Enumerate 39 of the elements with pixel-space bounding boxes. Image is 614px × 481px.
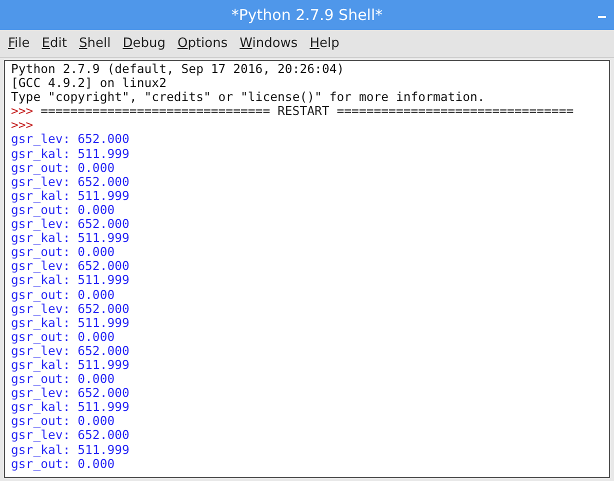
menu-item[interactable]: File (4, 34, 34, 54)
output-text: gsr_out: 0.000 (11, 245, 115, 260)
output-text: gsr_out: 0.000 (11, 372, 115, 386)
menu-item[interactable]: Edit (38, 34, 71, 54)
restart-text: =============================== RESTART ================================ (40, 104, 574, 118)
output-text: gsr_out: 0.000 (11, 414, 115, 428)
output-text: gsr_kal: 511.999 (11, 188, 130, 203)
output-text: gsr_kal: 511.999 (11, 273, 130, 288)
output-text: gsr_kal: 511.999 (11, 146, 130, 161)
output-text: gsr_lev: 652.000 (11, 174, 130, 189)
banner-text: [GCC 4.9.2] on linux2 (11, 76, 166, 90)
output-text: gsr_kal: 511.999 (11, 316, 130, 330)
output-text: gsr_lev: 652.000 (11, 132, 130, 147)
menu-item[interactable]: Windows (236, 34, 302, 54)
output-text: gsr_out: 0.000 (11, 456, 115, 471)
banner-text: Type "copyright", "credits" or "license()" for more information. (11, 90, 485, 104)
output-text: gsr_lev: 652.000 (11, 302, 130, 316)
minimize-icon[interactable] (598, 16, 606, 18)
output-text: gsr_out: 0.000 (11, 288, 115, 302)
banner-text: Python 2.7.9 (default, Sep 17 2016, 20:26:04) (11, 62, 344, 76)
output-text: gsr_lev: 652.000 (11, 428, 130, 443)
output-text: gsr_lev: 652.000 (11, 386, 130, 400)
output-text: gsr_kal: 511.999 (11, 231, 130, 246)
window-title: *Python 2.7.9 Shell* (231, 4, 383, 26)
output-text: gsr_kal: 511.999 (11, 400, 130, 414)
menu-item[interactable]: Options (173, 34, 232, 54)
output-text: gsr_kal: 511.999 (11, 358, 130, 372)
menu-item[interactable]: Help (306, 34, 344, 54)
output-text: gsr_lev: 652.000 (11, 217, 130, 232)
output-text: gsr_out: 0.000 (11, 202, 115, 218)
menu-item[interactable]: Debug (118, 34, 170, 54)
menu-item[interactable]: Shell (74, 34, 115, 54)
output-text: gsr_out: 0.000 (11, 160, 115, 175)
output-text: gsr_lev: 652.000 (11, 259, 130, 274)
output-text: gsr_out: 0.000 (11, 330, 115, 344)
output-text: gsr_lev: 652.000 (11, 344, 130, 358)
prompt-text: >>> (11, 104, 34, 118)
output-text: gsr_kal: 511.999 (11, 442, 130, 457)
prompt-text: >>> (11, 118, 34, 132)
